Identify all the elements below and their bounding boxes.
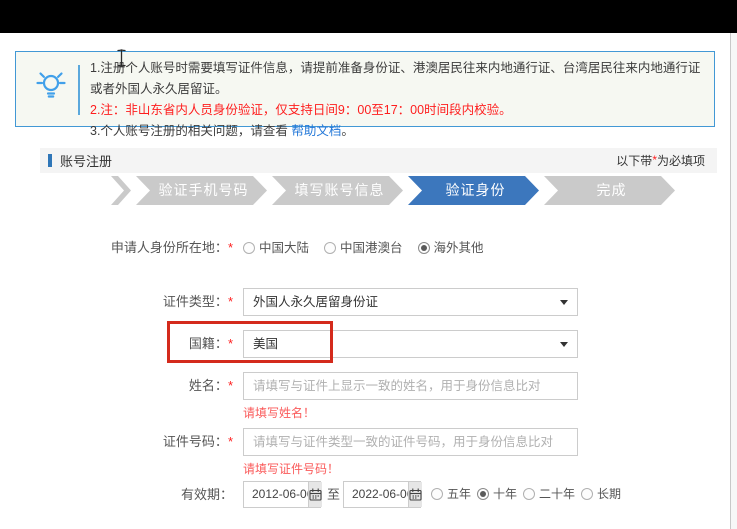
date-range-separator: 至: [327, 481, 340, 508]
id-number-error-message: 请填写证件号码！: [243, 460, 339, 477]
radio-hk-macao-taiwan[interactable]: 中国港澳台: [324, 240, 403, 256]
label-validity: 有效期：: [0, 481, 233, 508]
chevron-down-icon: [560, 300, 568, 305]
radio-overseas-other[interactable]: 海外其他: [418, 240, 484, 256]
radio-ten-years[interactable]: 十年: [477, 481, 517, 508]
required-star: *: [228, 336, 233, 351]
window-right-border: [730, 33, 731, 529]
top-black-bar: [0, 0, 737, 33]
step-complete: 完成: [544, 176, 675, 205]
end-date-value[interactable]: 2022-06-06: [344, 482, 408, 507]
chevron-down-icon: [560, 342, 568, 347]
calendar-icon: [409, 488, 422, 501]
required-note: 以下带*为必填项: [616, 152, 717, 169]
label-location: 申请人身份所在地：*: [0, 240, 233, 256]
required-star: *: [228, 294, 233, 309]
id-number-input[interactable]: [243, 428, 578, 456]
calendar-icon: [309, 488, 322, 501]
radio-icon[interactable]: [523, 488, 535, 500]
step-wizard: 验证手机号码 填写账号信息 验证身份 完成: [111, 176, 675, 205]
required-star: *: [228, 434, 233, 449]
label-id-number: 证件号码：*: [0, 428, 233, 456]
notice-line-3: 3.个人账号注册的相关问题，请查看 帮助文档。: [90, 121, 705, 142]
id-type-select[interactable]: 外国人永久居留身份证: [243, 288, 578, 316]
radio-long-term[interactable]: 长期: [581, 481, 621, 508]
location-radio-group: 中国大陆 中国港澳台 海外其他: [243, 240, 484, 256]
notice-line-2: 2.注：非山东省内人员身份验证，仅支持日间9：00至17：00时间段内校验。: [90, 100, 705, 121]
start-date-picker-button[interactable]: [308, 482, 322, 507]
step-verify-phone: 验证手机号码: [136, 176, 267, 205]
name-error-message: 请填写姓名！: [243, 404, 315, 421]
radio-icon[interactable]: [581, 488, 593, 500]
radio-twenty-years[interactable]: 二十年: [523, 481, 575, 508]
validity-start-date: 2012-06-06: [243, 481, 321, 508]
title-accent-bar: [48, 154, 52, 167]
nationality-value: 美国: [253, 337, 278, 351]
label-id-type: 证件类型：*: [0, 288, 233, 316]
validity-end-date: 2022-06-06: [343, 481, 421, 508]
notice-line-3-text: 3.个人账号注册的相关问题，请查看: [90, 124, 291, 138]
label-nationality: 国籍：*: [0, 330, 233, 358]
radio-icon[interactable]: [243, 242, 255, 254]
step-verify-identity: 验证身份: [408, 176, 539, 205]
radio-icon[interactable]: [431, 488, 443, 500]
name-input[interactable]: [243, 372, 578, 400]
radio-mainland-china[interactable]: 中国大陆: [243, 240, 309, 256]
right-edge-strip: [731, 33, 737, 529]
registration-page: 1.注册个人账号时需要填写证件信息，请提前准备身份证、港澳居民往来内地通行证、台…: [0, 0, 737, 529]
radio-icon[interactable]: [324, 242, 336, 254]
required-star: *: [228, 240, 233, 255]
step-lead-chevron-icon: [111, 176, 131, 205]
radio-checked-icon[interactable]: [418, 242, 430, 254]
id-type-value: 外国人永久居留身份证: [253, 295, 378, 309]
lightbulb-icon: [34, 68, 68, 108]
page-title: 账号注册: [60, 151, 112, 170]
notice-line-3-suffix: 。: [341, 124, 354, 138]
validity-period-radio-group: 五年 十年 二十年 长期: [431, 481, 621, 508]
start-date-value[interactable]: 2012-06-06: [244, 482, 308, 507]
radio-checked-icon[interactable]: [477, 488, 489, 500]
notice-divider: [78, 65, 80, 115]
radio-five-years[interactable]: 五年: [431, 481, 471, 508]
help-doc-link[interactable]: 帮助文档: [291, 124, 341, 138]
step-fill-account-info: 填写账号信息: [272, 176, 403, 205]
label-name: 姓名：*: [0, 372, 233, 400]
text-cursor-icon: [117, 49, 126, 67]
notice-line-1: 1.注册个人账号时需要填写证件信息，请提前准备身份证、港澳居民往来内地通行证、台…: [90, 58, 705, 100]
nationality-select[interactable]: 美国: [243, 330, 578, 358]
section-header: 账号注册 以下带*为必填项: [40, 148, 717, 173]
required-star: *: [228, 378, 233, 393]
end-date-picker-button[interactable]: [408, 482, 422, 507]
